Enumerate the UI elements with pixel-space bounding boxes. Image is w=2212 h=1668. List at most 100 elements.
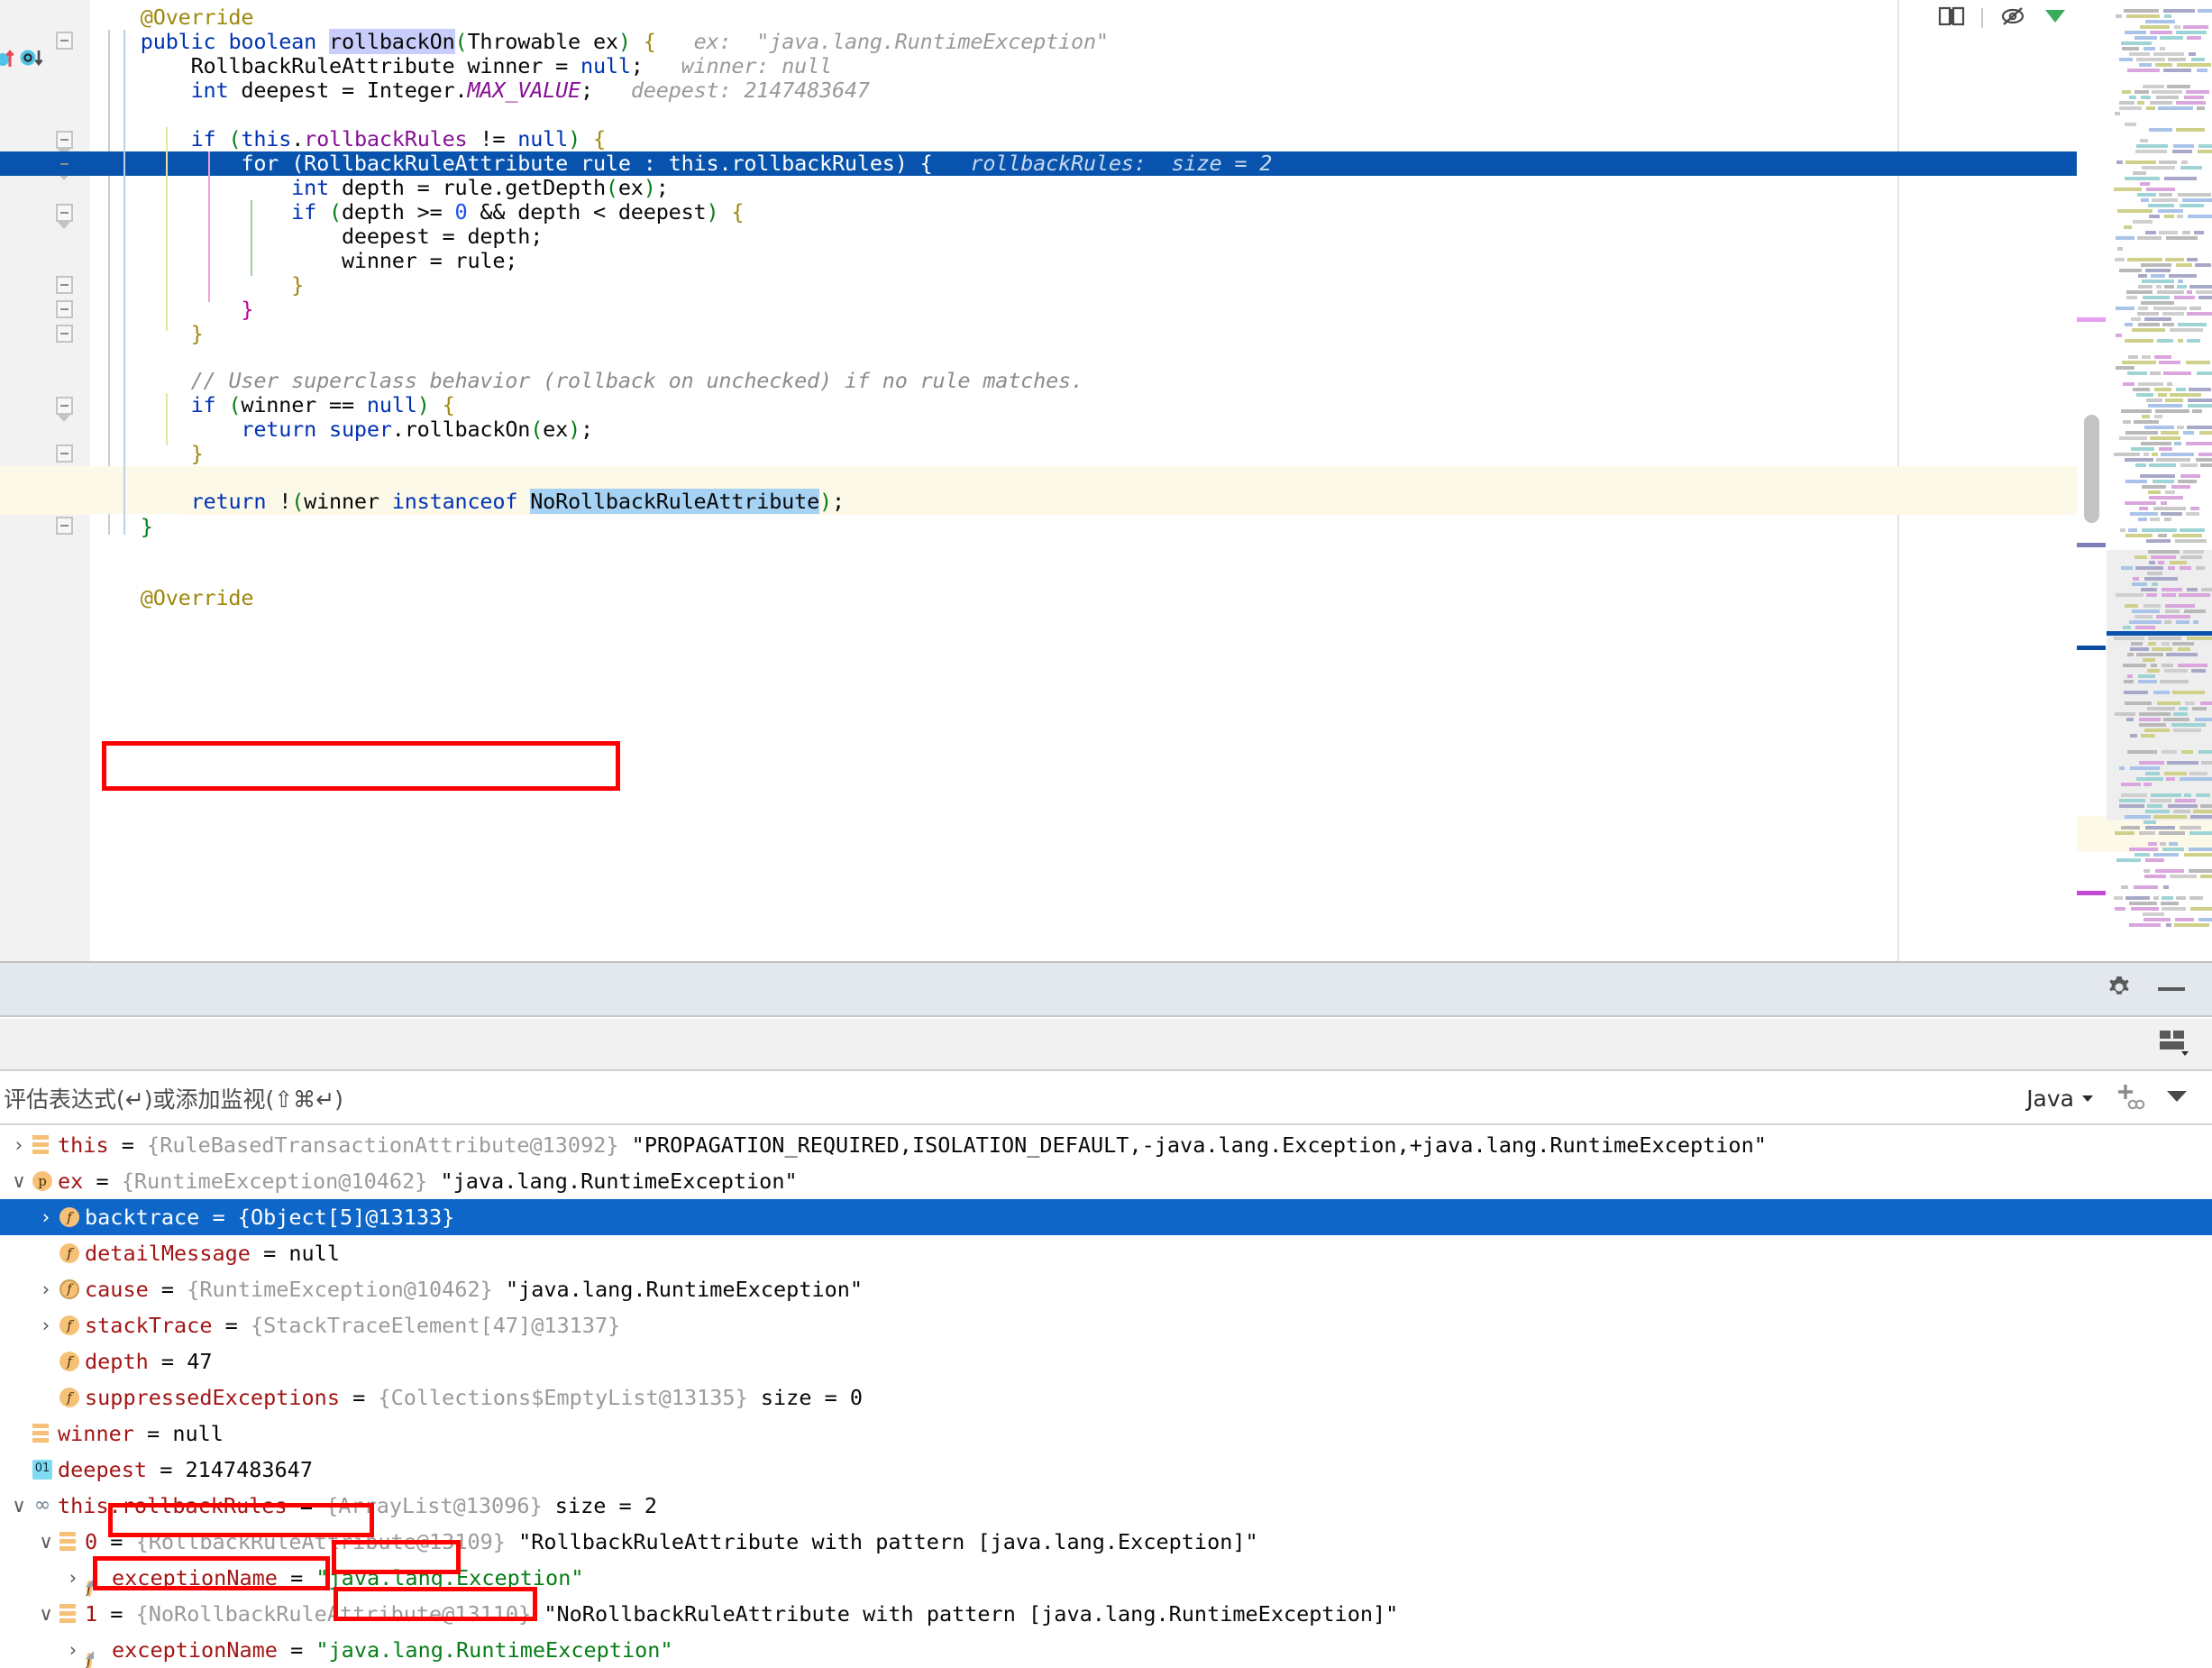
variable-type: {RuleBasedTransactionAttribute@13092} [147, 1132, 619, 1158]
code-line[interactable]: } [90, 298, 2171, 322]
fold-marker-inner-if[interactable] [56, 204, 73, 229]
editor-header-icons[interactable] [1938, 0, 2077, 36]
watch-bar-actions[interactable]: Java [2026, 1082, 2212, 1114]
minimap-code-chip [2136, 777, 2163, 781]
minimap-code-chip [2137, 236, 2162, 240]
field-variable-icon: f [59, 1352, 79, 1371]
minimap-code-chip [2123, 420, 2131, 424]
minimap-code-chip [2163, 371, 2191, 375]
fold-marker-block-d[interactable] [56, 444, 73, 463]
minimap-code-chip [2130, 647, 2149, 651]
variable-text: 0 = {RollbackRuleAttribute@13109} "Rollb… [85, 1524, 1258, 1560]
code-text-area[interactable]: @Override public boolean rollbackOn(Thro… [90, 0, 2212, 961]
code-line[interactable] [90, 564, 2171, 588]
debugger-toolbar[interactable] [0, 963, 2212, 1017]
code-line[interactable]: // User superclass behavior (rollback on… [90, 369, 2171, 393]
code-line[interactable]: public boolean rollbackOn(Throwable ex) … [90, 29, 2171, 54]
minimap-code-chip [2197, 106, 2205, 110]
expand-chevron-icon[interactable]: › [63, 1560, 83, 1596]
minimap-code-chip [2141, 588, 2157, 591]
collapse-chevron-icon[interactable]: ∨ [9, 1163, 29, 1199]
minimap-code-chip [2192, 409, 2202, 413]
code-line[interactable]: int deepest = Integer.MAX_VALUE; deepest… [90, 78, 2171, 103]
variable-row[interactable]: 01 deepest = 2147483647 [0, 1452, 2212, 1488]
fold-marker-block-c[interactable] [56, 325, 73, 343]
watch-expression-bar[interactable]: 评估表达式(↵)或添加监视(⇧⌘↵) Java [0, 1073, 2212, 1125]
minimap-code-chip [2125, 177, 2160, 180]
code-line[interactable]: return super.rollbackOn(ex); [90, 417, 2171, 442]
collapse-chevron-icon[interactable]: ∨ [36, 1596, 56, 1632]
gear-icon[interactable] [2104, 972, 2134, 1006]
minimap-code-chip [2125, 458, 2153, 462]
minimap-code-chip [2180, 463, 2198, 467]
variable-text: winner = null [58, 1416, 224, 1452]
inspections-ok-icon[interactable] [2043, 5, 2068, 32]
minimap-code-chip [2146, 539, 2171, 543]
language-selector-label: Java [2026, 1085, 2074, 1112]
hide-panel-icon[interactable] [2158, 987, 2185, 991]
code-line[interactable]: } [90, 442, 2171, 466]
reader-mode-icon[interactable] [1938, 5, 1965, 32]
expand-chevron-icon[interactable]: › [36, 1307, 56, 1343]
code-line[interactable]: if (this.rollbackRules != null) { [90, 127, 2171, 151]
variable-row[interactable]: ∨ 0 = {RollbackRuleAttribute@13109} "Roll… [0, 1524, 2212, 1560]
variable-row[interactable]: winner = null [0, 1416, 2212, 1452]
variable-row[interactable]: f suppressedExceptions = {Collections$Emp… [0, 1379, 2212, 1416]
minimap-code-chip [2178, 480, 2197, 483]
code-line[interactable]: winner = rule; [90, 249, 2171, 273]
code-line[interactable] [90, 346, 2171, 371]
variable-row[interactable]: ∨ ∞ this.rollbackRules = {ArrayList@13096}… [0, 1488, 2212, 1524]
debugger-view-toolbar[interactable] [0, 1019, 2212, 1071]
fold-marker-method[interactable] [56, 32, 73, 50]
code-minimap[interactable] [2077, 0, 2212, 961]
layout-settings-icon[interactable] [2158, 1027, 2190, 1061]
minimap-code-chip [2162, 588, 2182, 591]
fold-marker-block-b[interactable] [56, 300, 73, 318]
expand-watch-icon[interactable] [2165, 1088, 2189, 1108]
expand-chevron-icon[interactable]: › [36, 1199, 56, 1235]
overriding-method-marker[interactable] [20, 47, 47, 70]
code-line[interactable]: if (winner == null) { [90, 393, 2171, 417]
variable-row[interactable]: › f exceptionName = "java.lang.Exception" [0, 1560, 2212, 1597]
fold-marker-method-end[interactable] [56, 517, 73, 535]
expand-chevron-icon[interactable]: › [36, 1271, 56, 1307]
language-selector[interactable]: Java [2026, 1086, 2095, 1112]
code-line[interactable]: } [90, 515, 2171, 539]
code-line[interactable]: if (depth >= 0 && depth < deepest) { [90, 200, 2171, 225]
expand-chevron-icon[interactable]: › [9, 1127, 29, 1163]
code-line[interactable] [90, 103, 2171, 127]
variable-row[interactable]: › this = {RuleBasedTransactionAttribute@1… [0, 1127, 2212, 1163]
variable-row[interactable]: › f cause = {RuntimeException@10462} "java… [0, 1271, 2212, 1307]
variable-row[interactable]: › f stackTrace = {StackTraceElement[47]@13… [0, 1307, 2212, 1343]
code-line[interactable]: @Override [90, 5, 2171, 30]
collapse-chevron-icon[interactable]: ∨ [9, 1488, 29, 1524]
fold-marker-block-a[interactable] [56, 276, 73, 294]
minimap-code-chip [2148, 404, 2182, 408]
code-line[interactable]: int depth = rule.getDepth(ex); [90, 176, 2171, 200]
minimap-scroll-thumb[interactable] [2084, 415, 2099, 523]
code-line[interactable] [90, 539, 2171, 564]
variable-row[interactable]: f detailMessage = null [0, 1235, 2212, 1271]
variables-tree[interactable]: › this = {RuleBasedTransactionAttribute@1… [0, 1127, 2212, 1668]
code-line[interactable]: @Override [90, 586, 2171, 610]
fold-marker-if[interactable] [56, 131, 73, 156]
minimap-code-chip [2153, 480, 2174, 483]
variable-row[interactable]: › f backtrace = {Object[5]@13133} [0, 1199, 2212, 1235]
fold-marker-winner-if[interactable] [56, 397, 73, 422]
variable-row[interactable]: f depth = 47 [0, 1343, 2212, 1379]
add-watch-icon[interactable] [2115, 1082, 2145, 1114]
code-editor[interactable]: @Override public boolean rollbackOn(Thro… [0, 0, 2212, 961]
code-line[interactable]: deepest = depth; [90, 225, 2171, 249]
collapse-chevron-icon[interactable]: ∨ [36, 1524, 56, 1560]
code-line[interactable]: } [90, 322, 2171, 346]
debugger-variables-panel[interactable]: 评估表达式(↵)或添加监视(⇧⌘↵) Java › this = {RuleBa… [0, 961, 2212, 1668]
variable-row[interactable]: ∨ 1 = {NoRollbackRuleAttribute@13110} "No… [0, 1596, 2212, 1632]
hide-inlay-hints-icon[interactable] [1999, 5, 2026, 32]
expand-chevron-icon[interactable]: › [63, 1632, 83, 1668]
variable-row[interactable]: ∨ p ex = {RuntimeException@10462} "java.la… [0, 1163, 2212, 1199]
variable-row[interactable]: › f exceptionName = "java.lang.RuntimeExce… [0, 1632, 2212, 1668]
code-line[interactable]: RollbackRuleAttribute winner = null; win… [90, 54, 2171, 78]
watch-input-placeholder[interactable]: 评估表达式(↵)或添加监视(⇧⌘↵) [4, 1082, 343, 1114]
code-line[interactable]: } [90, 273, 2171, 298]
minimap-code-chip [2125, 534, 2153, 537]
